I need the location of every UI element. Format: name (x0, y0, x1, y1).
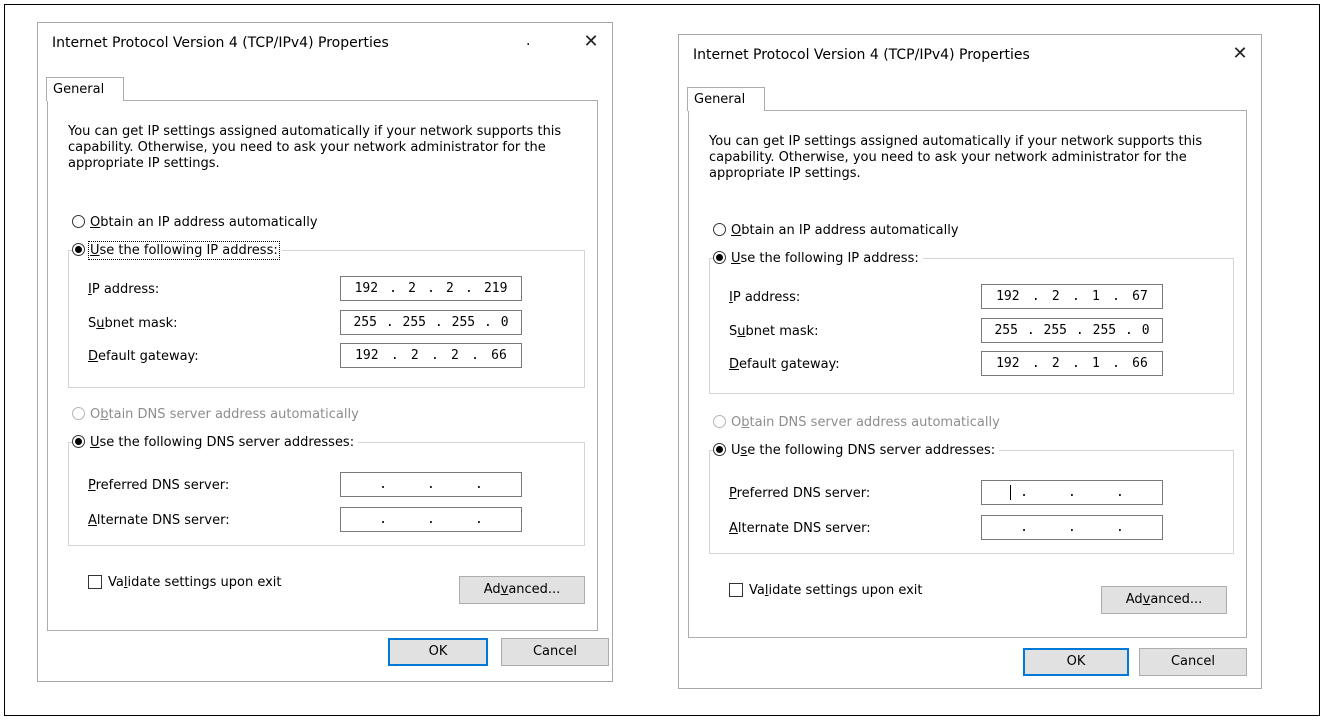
dialog-title: Internet Protocol Version 4 (TCP/IPv4) P… (52, 35, 389, 51)
ipv4-properties-dialog-1: Internet Protocol Version 4 (TCP/IPv4) P… (37, 22, 613, 682)
alternate-dns-label: Alternate DNS server: (729, 521, 871, 536)
radio-selected-icon (713, 251, 726, 264)
preferred-dns-field[interactable]: ... (340, 472, 522, 497)
radio-selected-icon (72, 435, 85, 448)
ok-button[interactable]: OK (388, 638, 488, 666)
tab-general[interactable]: General (46, 77, 124, 101)
use-following-ip-radio[interactable]: Use the following IP address: (713, 251, 923, 266)
obtain-ip-automatically-radio[interactable]: Obtain an IP address automatically (713, 223, 959, 238)
radio-disabled-icon (713, 415, 726, 428)
description-text: You can get IP settings assigned automat… (709, 134, 1203, 181)
subnet-mask-label: Subnet mask: (729, 324, 819, 339)
checkbox-icon (729, 583, 743, 597)
title-bar-dot: . (526, 33, 531, 49)
obtain-dns-automatically-radio[interactable]: Obtain DNS server address automatically (72, 407, 359, 422)
ip-address-label: IP address: (729, 290, 801, 305)
radio-selected-icon (713, 443, 726, 456)
ip-address-label: IP address: (88, 282, 160, 297)
default-gateway-field[interactable]: 192. 2. 1. 66 (981, 351, 1163, 376)
obtain-ip-automatically-radio[interactable]: Obtain an IP address automatically (72, 215, 318, 230)
radio-selected-icon (72, 243, 85, 256)
dialog-title: Internet Protocol Version 4 (TCP/IPv4) P… (693, 47, 1030, 63)
subnet-mask-field[interactable]: 255. 255. 255. 0 (340, 310, 522, 335)
close-icon[interactable]: ✕ (576, 27, 606, 57)
ip-address-field[interactable]: 192. 2. 2. 219 (340, 276, 522, 301)
cancel-button[interactable]: Cancel (1139, 648, 1247, 676)
advanced-button[interactable]: Advanced... (459, 576, 585, 604)
validate-settings-checkbox[interactable]: Validate settings upon exit (88, 575, 282, 590)
use-following-dns-radio[interactable]: Use the following DNS server addresses: (713, 443, 1000, 458)
use-following-ip-radio[interactable]: Use the following IP address: (72, 241, 282, 260)
general-panel: You can get IP settings assigned automat… (688, 110, 1247, 638)
alternate-dns-label: Alternate DNS server: (88, 513, 230, 528)
obtain-dns-automatically-radio[interactable]: Obtain DNS server address automatically (713, 415, 1000, 430)
use-following-dns-radio[interactable]: Use the following DNS server addresses: (72, 435, 359, 450)
preferred-dns-label: Preferred DNS server: (88, 478, 230, 493)
preferred-dns-label: Preferred DNS server: (729, 486, 871, 501)
general-panel: You can get IP settings assigned automat… (47, 100, 598, 631)
radio-icon (72, 215, 85, 228)
subnet-mask-field[interactable]: 255. 255. 255. 0 (981, 318, 1163, 343)
preferred-dns-field[interactable]: ... (981, 480, 1163, 505)
ip-address-field[interactable]: 192. 2. 1. 67 (981, 284, 1163, 309)
alternate-dns-field[interactable]: ... (981, 515, 1163, 540)
title-bar: Internet Protocol Version 4 (TCP/IPv4) P… (679, 35, 1261, 75)
title-bar: Internet Protocol Version 4 (TCP/IPv4) P… (38, 23, 612, 63)
validate-settings-checkbox[interactable]: Validate settings upon exit (729, 583, 923, 598)
default-gateway-label: Default gateway: (729, 357, 840, 372)
radio-disabled-icon (72, 407, 85, 420)
default-gateway-label: Default gateway: (88, 349, 199, 364)
checkbox-icon (88, 575, 102, 589)
close-icon[interactable]: ✕ (1225, 39, 1255, 69)
subnet-mask-label: Subnet mask: (88, 316, 178, 331)
tab-general[interactable]: General (687, 87, 765, 111)
alternate-dns-field[interactable]: ... (340, 507, 522, 532)
radio-icon (713, 223, 726, 236)
ipv4-properties-dialog-2: Internet Protocol Version 4 (TCP/IPv4) P… (678, 34, 1262, 689)
default-gateway-field[interactable]: 192. 2. 2. 66 (340, 343, 522, 368)
description-text: You can get IP settings assigned automat… (68, 124, 562, 171)
cancel-button[interactable]: Cancel (501, 638, 609, 666)
advanced-button[interactable]: Advanced... (1101, 586, 1227, 614)
ok-button[interactable]: OK (1023, 648, 1129, 676)
